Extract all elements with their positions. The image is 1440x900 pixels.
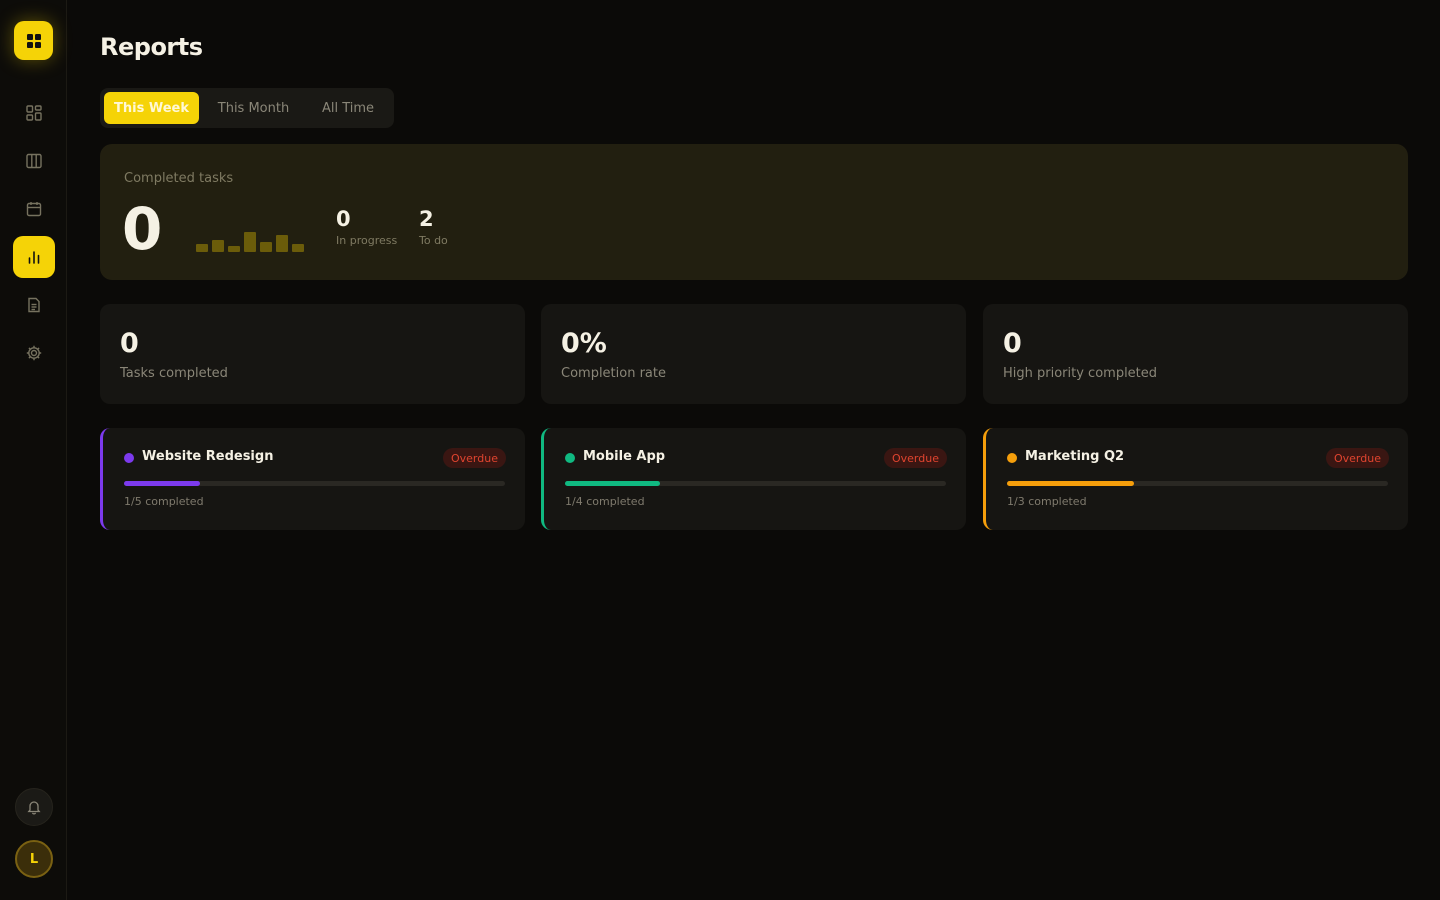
project-name: Website Redesign xyxy=(142,449,274,464)
app-logo[interactable] xyxy=(14,21,53,60)
bar-chart-icon xyxy=(28,251,40,264)
nav-calendar[interactable] xyxy=(13,188,55,230)
sparkline-bar xyxy=(292,244,304,252)
stat-tasks-completed: 0 Tasks completed xyxy=(100,304,525,404)
notifications-button[interactable] xyxy=(15,788,53,826)
sparkline-bar xyxy=(260,242,272,252)
sparkline-bar xyxy=(212,240,224,252)
in-progress-stat: 0 In progress xyxy=(336,207,397,247)
bell-icon xyxy=(27,801,41,815)
todo-value: 2 xyxy=(419,207,434,231)
project-color-dot xyxy=(1007,453,1017,463)
progress-track xyxy=(565,481,946,486)
sparkline-bar xyxy=(228,246,240,252)
progress-text: 1/3 completed xyxy=(1007,495,1087,508)
progress-fill xyxy=(565,481,661,486)
overdue-badge: Overdue xyxy=(443,448,506,468)
stat-label: High priority completed xyxy=(1003,366,1158,381)
project-card-marketing-q2[interactable]: Marketing Q2 Overdue 1/3 completed xyxy=(983,428,1408,530)
calendar-icon xyxy=(26,202,42,217)
progress-text: 1/4 completed xyxy=(565,495,645,508)
sparkline-bar xyxy=(276,235,288,252)
page-title: Reports xyxy=(100,33,203,61)
completed-tasks-card: Completed tasks 0 0 In progress 2 To do xyxy=(100,144,1408,280)
nav-settings[interactable] xyxy=(13,332,55,374)
gear-icon xyxy=(26,345,42,361)
app-root: L Reports This Week This Month All Time … xyxy=(0,0,1440,900)
stat-value: 0 xyxy=(120,328,139,359)
project-color-dot xyxy=(565,453,575,463)
stat-label: Completion rate xyxy=(561,366,666,381)
project-name: Mobile App xyxy=(583,449,666,464)
document-icon xyxy=(28,297,40,313)
progress-track xyxy=(124,481,505,486)
stat-completion-rate: 0% Completion rate xyxy=(541,304,966,404)
todo-label: To do xyxy=(419,234,448,248)
dashboard-icon xyxy=(26,105,42,121)
overdue-badge: Overdue xyxy=(884,448,947,468)
grid-logo-icon xyxy=(26,33,41,48)
board-columns-icon xyxy=(26,153,42,169)
progress-fill xyxy=(124,481,201,486)
nav-documents[interactable] xyxy=(13,284,55,326)
stat-value: 0 xyxy=(1003,328,1022,359)
in-progress-value: 0 xyxy=(336,207,351,231)
progress-track xyxy=(1007,481,1388,486)
stat-value: 0% xyxy=(561,328,607,359)
nav-reports[interactable] xyxy=(13,236,55,278)
completed-tasks-value: 0 xyxy=(122,195,163,263)
avatar[interactable]: L xyxy=(15,840,53,878)
todo-stat: 2 To do xyxy=(419,207,448,247)
tab-all-time[interactable]: All Time xyxy=(306,92,390,124)
period-tabs: This Week This Month All Time xyxy=(100,88,394,128)
project-color-dot xyxy=(124,453,134,463)
stat-label: Tasks completed xyxy=(120,366,228,381)
project-card-website-redesign[interactable]: Website Redesign Overdue 1/5 completed xyxy=(100,428,525,530)
overdue-badge: Overdue xyxy=(1326,448,1389,468)
sparkline-bar xyxy=(196,244,208,252)
project-name: Marketing Q2 xyxy=(1025,449,1125,464)
nav-dashboard[interactable] xyxy=(13,92,55,134)
tab-this-week[interactable]: This Week xyxy=(104,92,199,124)
in-progress-label: In progress xyxy=(336,234,398,248)
sparkline-bar xyxy=(244,232,256,252)
progress-text: 1/5 completed xyxy=(124,495,204,508)
stat-high-priority-completed: 0 High priority completed xyxy=(983,304,1408,404)
progress-fill xyxy=(1007,481,1134,486)
completed-tasks-label: Completed tasks xyxy=(124,171,234,186)
completed-sparkline xyxy=(196,228,306,252)
tab-this-month[interactable]: This Month xyxy=(203,92,304,124)
project-card-mobile-app[interactable]: Mobile App Overdue 1/4 completed xyxy=(541,428,966,530)
sidebar: L xyxy=(0,0,67,900)
nav-board[interactable] xyxy=(13,140,55,182)
